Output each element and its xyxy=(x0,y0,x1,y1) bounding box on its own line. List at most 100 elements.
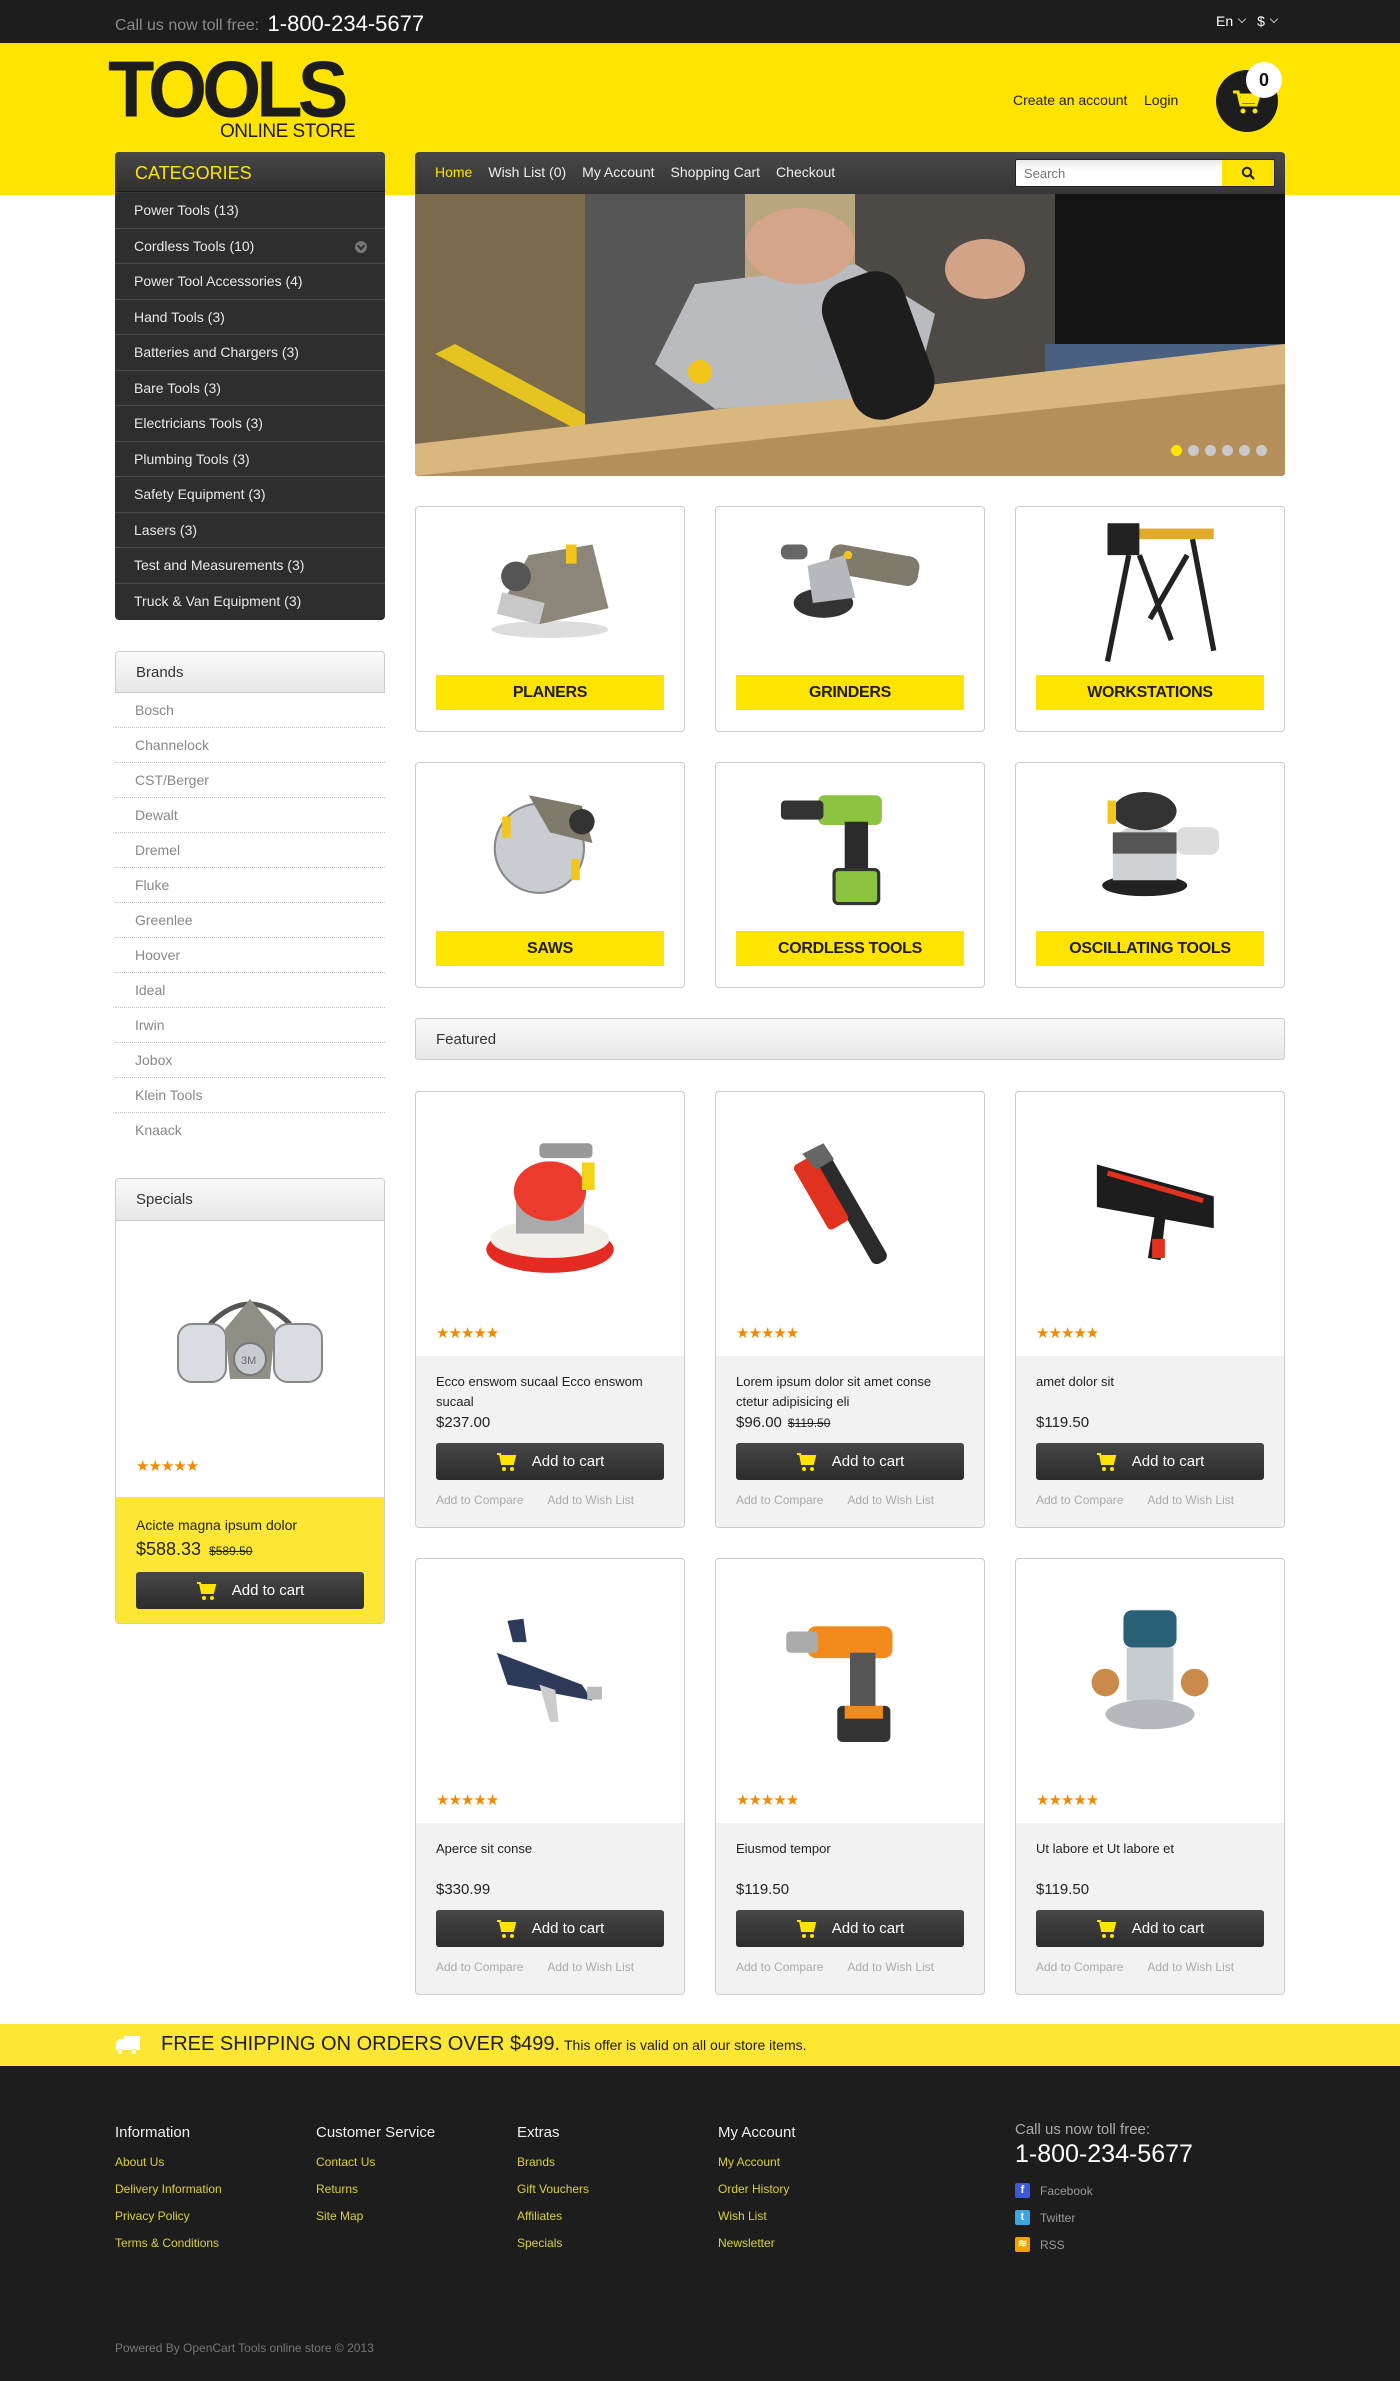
category-tile-image[interactable] xyxy=(416,763,684,923)
brand-link[interactable]: Irwin xyxy=(115,1008,385,1043)
category-item[interactable]: Safety Equipment (3) xyxy=(115,476,385,512)
social-link[interactable]: ≋ RSS xyxy=(1015,2237,1193,2252)
product-image[interactable] xyxy=(716,1092,984,1312)
add-to-compare-link[interactable]: Add to Compare xyxy=(736,1493,823,1507)
brand-link[interactable]: Hoover xyxy=(115,938,385,973)
respirator-mask-image[interactable]: 3M xyxy=(116,1221,384,1457)
category-tile[interactable]: WORKSTATIONS xyxy=(1015,506,1285,732)
add-to-cart-button[interactable]: Add to cart xyxy=(1036,1910,1264,1947)
category-tile-image[interactable] xyxy=(1016,763,1284,923)
cart-button[interactable]: 0 xyxy=(1216,62,1282,132)
product-name[interactable]: Lorem ipsum dolor sit amet conse ctetur … xyxy=(736,1372,964,1412)
slider-dot[interactable] xyxy=(1256,445,1267,456)
add-to-cart-button[interactable]: Add to cart xyxy=(436,1910,664,1947)
category-item[interactable]: Hand Tools (3) xyxy=(115,298,385,335)
category-tile-label[interactable]: SAWS xyxy=(436,931,664,966)
add-to-wishlist-link[interactable]: Add to Wish List xyxy=(1147,1960,1234,1974)
category-tile-image[interactable] xyxy=(716,763,984,923)
category-item[interactable]: Electricians Tools (3) xyxy=(115,405,385,441)
language-selector[interactable]: En xyxy=(1216,13,1247,29)
footer-link[interactable]: Order History xyxy=(718,2182,796,2196)
add-to-compare-link[interactable]: Add to Compare xyxy=(1036,1960,1123,1974)
category-item[interactable]: Bare Tools (3) xyxy=(115,369,385,406)
footer-link[interactable]: Affiliates xyxy=(517,2209,589,2223)
expand-chevron-icon[interactable] xyxy=(355,240,367,253)
category-item[interactable]: Lasers (3) xyxy=(115,511,385,548)
brand-link[interactable]: Ideal xyxy=(115,973,385,1008)
category-item[interactable]: Test and Measurements (3) xyxy=(115,547,385,583)
brand-link[interactable]: CST/Berger xyxy=(115,763,385,798)
product-image[interactable] xyxy=(1016,1092,1284,1312)
footer-link[interactable]: Site Map xyxy=(316,2209,435,2223)
brand-link[interactable]: Jobox xyxy=(115,1043,385,1078)
add-to-wishlist-link[interactable]: Add to Wish List xyxy=(1147,1493,1234,1507)
product-name[interactable]: Aperce sit conse xyxy=(436,1839,664,1879)
category-tile-label[interactable]: PLANERS xyxy=(436,675,664,710)
category-tile-label[interactable]: CORDLESS TOOLS xyxy=(736,931,964,966)
category-tile-label[interactable]: GRINDERS xyxy=(736,675,964,710)
category-tile-label[interactable]: WORKSTATIONS xyxy=(1036,675,1264,710)
product-name[interactable]: Ecco enswom sucaal Ecco enswom sucaal xyxy=(436,1372,664,1412)
brand-link[interactable]: Bosch xyxy=(115,693,385,728)
brand-link[interactable]: Klein Tools xyxy=(115,1078,385,1113)
add-to-wishlist-link[interactable]: Add to Wish List xyxy=(847,1493,934,1507)
category-item[interactable]: Cordless Tools (10) xyxy=(115,227,385,264)
category-tile[interactable]: CORDLESS TOOLS xyxy=(715,762,985,988)
slider-dot[interactable] xyxy=(1188,445,1199,456)
add-to-cart-button[interactable]: Add to cart xyxy=(436,1443,664,1480)
add-to-cart-button[interactable]: Add to cart xyxy=(736,1910,964,1947)
brand-link[interactable]: Channelock xyxy=(115,728,385,763)
slider-dot[interactable] xyxy=(1222,445,1233,456)
currency-selector[interactable]: $ xyxy=(1257,13,1279,29)
login-link[interactable]: Login xyxy=(1144,92,1178,108)
category-item[interactable]: Batteries and Chargers (3) xyxy=(115,334,385,370)
category-tile-image[interactable] xyxy=(1016,507,1284,667)
brand-link[interactable]: Fluke xyxy=(115,868,385,903)
footer-link[interactable]: About Us xyxy=(115,2155,222,2169)
slider-dot[interactable] xyxy=(1239,445,1250,456)
category-tile[interactable]: SAWS xyxy=(415,762,685,988)
footer-link[interactable]: Privacy Policy xyxy=(115,2209,222,2223)
footer-link[interactable]: Gift Vouchers xyxy=(517,2182,589,2196)
add-to-cart-button[interactable]: Add to cart xyxy=(736,1443,964,1480)
add-to-compare-link[interactable]: Add to Compare xyxy=(436,1960,523,1974)
add-to-wishlist-link[interactable]: Add to Wish List xyxy=(547,1960,634,1974)
product-name[interactable]: amet dolor sit xyxy=(1036,1372,1264,1412)
category-tile-label[interactable]: OSCILLATING TOOLS xyxy=(1036,931,1264,966)
category-item[interactable]: Power Tool Accessories (4) xyxy=(115,263,385,299)
category-item[interactable]: Plumbing Tools (3) xyxy=(115,440,385,477)
product-name[interactable]: Eiusmod tempor xyxy=(736,1839,964,1879)
footer-link[interactable]: Terms & Conditions xyxy=(115,2236,222,2250)
social-link[interactable]: t Twitter xyxy=(1015,2210,1193,2225)
category-tile[interactable]: OSCILLATING TOOLS xyxy=(1015,762,1285,988)
nav-link[interactable]: My Account xyxy=(582,164,654,180)
product-image[interactable] xyxy=(716,1559,984,1779)
category-tile[interactable]: GRINDERS xyxy=(715,506,985,732)
search-input[interactable] xyxy=(1016,160,1222,186)
category-tile-image[interactable] xyxy=(716,507,984,667)
nav-link[interactable]: Wish List (0) xyxy=(488,164,566,180)
nav-link[interactable]: Home xyxy=(435,164,472,180)
add-to-cart-button[interactable]: Add to cart xyxy=(136,1572,364,1609)
product-image[interactable] xyxy=(416,1559,684,1779)
add-to-compare-link[interactable]: Add to Compare xyxy=(736,1960,823,1974)
brand-link[interactable]: Knaack xyxy=(115,1113,385,1148)
footer-link[interactable]: Contact Us xyxy=(316,2155,435,2169)
footer-link[interactable]: Specials xyxy=(517,2236,589,2250)
footer-link[interactable]: Newsletter xyxy=(718,2236,796,2250)
create-account-link[interactable]: Create an account xyxy=(1013,92,1127,108)
hero-slider[interactable] xyxy=(415,194,1285,476)
footer-link[interactable]: My Account xyxy=(718,2155,796,2169)
product-image[interactable] xyxy=(1016,1559,1284,1779)
brand-link[interactable]: Dremel xyxy=(115,833,385,868)
add-to-compare-link[interactable]: Add to Compare xyxy=(1036,1493,1123,1507)
category-tile-image[interactable] xyxy=(416,507,684,667)
footer-link[interactable]: Brands xyxy=(517,2155,589,2169)
slider-dot[interactable] xyxy=(1171,445,1182,456)
footer-link[interactable]: Wish List xyxy=(718,2209,796,2223)
footer-link[interactable]: Returns xyxy=(316,2182,435,2196)
product-image[interactable] xyxy=(416,1092,684,1312)
add-to-wishlist-link[interactable]: Add to Wish List xyxy=(547,1493,634,1507)
add-to-wishlist-link[interactable]: Add to Wish List xyxy=(847,1960,934,1974)
category-tile[interactable]: PLANERS xyxy=(415,506,685,732)
